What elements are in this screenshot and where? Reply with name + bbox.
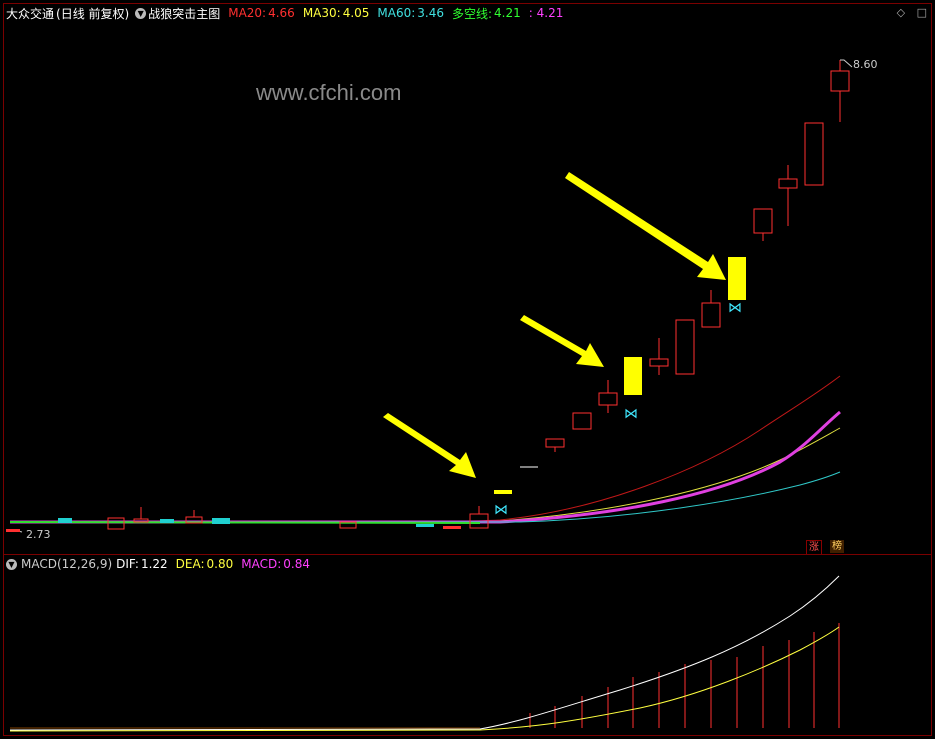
signal-candle bbox=[624, 357, 642, 395]
dea-line bbox=[9, 626, 840, 732]
butterfly-icon: ⋈ bbox=[494, 502, 508, 518]
dk-line bbox=[9, 410, 841, 524]
arrow-icon bbox=[383, 172, 726, 478]
dif-line bbox=[9, 575, 840, 731]
ma20-line bbox=[9, 375, 841, 523]
ma60-line bbox=[9, 471, 841, 523]
low-candle bbox=[6, 529, 20, 532]
green-ma-line bbox=[9, 521, 481, 524]
chart-canvas[interactable]: ⋈ ⋈ ⋈ bbox=[0, 0, 935, 739]
high-marker bbox=[840, 59, 853, 68]
butterfly-icon: ⋈ bbox=[624, 406, 638, 422]
signal-candle bbox=[728, 257, 746, 300]
early-candles bbox=[58, 466, 538, 530]
macd-histogram bbox=[10, 623, 840, 729]
butterfly-icon: ⋈ bbox=[728, 300, 742, 316]
